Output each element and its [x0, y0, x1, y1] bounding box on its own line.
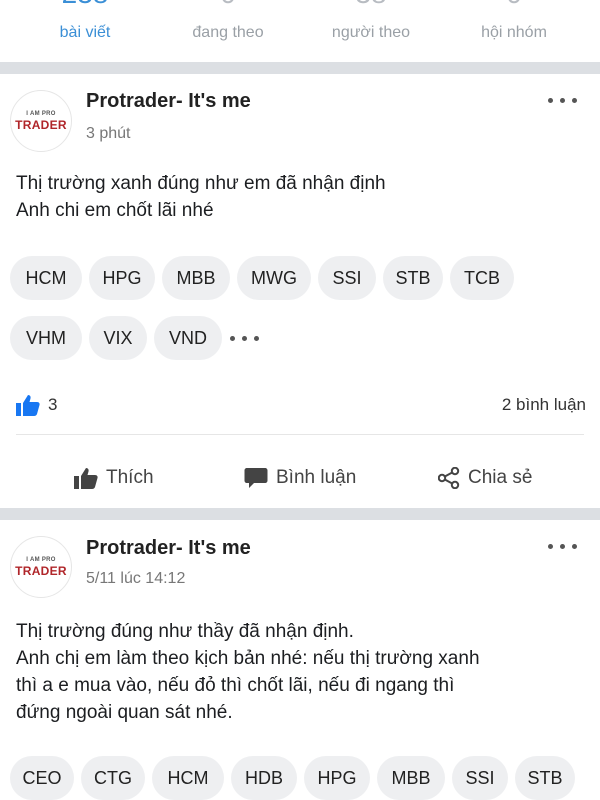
stock-tag[interactable]: HDB	[231, 756, 297, 800]
reactions-row: 3 2 bình luận	[0, 386, 600, 426]
stock-tag[interactable]: HCM	[10, 256, 82, 300]
avatar[interactable]: I AM PRO TRADER	[10, 90, 72, 152]
stat-posts[interactable]: 238 bài viết	[10, 0, 160, 62]
more-options-icon[interactable]	[546, 90, 580, 110]
post-author[interactable]: Protrader- It's me	[86, 537, 251, 560]
stock-tag[interactable]: STB	[383, 256, 443, 300]
stock-tag[interactable]: MBB	[377, 756, 445, 800]
comment-count[interactable]: 2 bình luận	[502, 395, 586, 415]
stat-posts-label: bài viết	[59, 24, 111, 41]
post-line: Anh chi em chốt lãi nhé	[16, 200, 214, 221]
stock-tag[interactable]: SSI	[318, 256, 376, 300]
stat-groups-count: 0	[439, 0, 589, 8]
stock-tag[interactable]: HPG	[304, 756, 370, 800]
like-label: Thích	[106, 467, 154, 488]
stat-followers[interactable]: 38 người theo	[296, 0, 446, 62]
stock-tag[interactable]: TCB	[450, 256, 514, 300]
stock-tag[interactable]: VND	[154, 316, 222, 360]
like-icon[interactable]	[16, 394, 40, 416]
stat-groups[interactable]: 0 hội nhóm	[439, 0, 589, 62]
post-line: Thị trường đúng như thầy đã nhận định.	[16, 621, 354, 642]
post-card: I AM PRO TRADER Protrader- It's me 5/11 …	[0, 520, 600, 800]
post-line: Anh chị em làm theo kịch bản nhé: nếu th…	[16, 648, 480, 669]
avatar-small-text: I AM PRO	[26, 111, 56, 117]
section-divider	[0, 508, 600, 520]
more-options-icon[interactable]	[546, 536, 580, 556]
post-author[interactable]: Protrader- It's me	[86, 90, 251, 113]
stat-following-label: đang theo	[192, 24, 264, 41]
comment-button[interactable]: Bình luận	[244, 448, 356, 508]
stock-tag[interactable]: CEO	[10, 756, 74, 800]
stock-tag[interactable]: CTG	[81, 756, 145, 800]
profile-stats-bar: 238 bài viết 0 đang theo 38 người theo 0…	[0, 0, 600, 62]
stat-following[interactable]: 0 đang theo	[153, 0, 303, 62]
stat-followers-label: người theo	[331, 24, 411, 41]
post-time: 5/11 lúc 14:12	[86, 570, 186, 587]
like-button[interactable]: Thích	[74, 448, 154, 508]
post-time: 3 phút	[86, 125, 131, 142]
stock-tag[interactable]: SSI	[452, 756, 508, 800]
like-count[interactable]: 3	[48, 395, 57, 415]
avatar-small-text: I AM PRO	[26, 557, 56, 563]
stock-tag[interactable]: VIX	[89, 316, 147, 360]
stock-tag[interactable]: MBB	[162, 256, 230, 300]
stat-groups-label: hội nhóm	[481, 24, 547, 41]
post-content: Thị trường xanh đúng như em đã nhận định…	[16, 170, 586, 224]
comment-icon	[244, 468, 268, 488]
share-button[interactable]: Chia sẻ	[438, 448, 532, 508]
post-actions: Thích Bình luận Chia sẻ	[0, 448, 600, 508]
stat-posts-count: 238	[10, 0, 160, 8]
stock-tag[interactable]: STB	[515, 756, 575, 800]
post-line: thì a e mua vào, nếu đỏ thì chốt lãi, nế…	[16, 675, 455, 696]
avatar-logo-text: TRADER	[15, 118, 67, 132]
stock-tag[interactable]: HPG	[89, 256, 155, 300]
avatar-logo-text: TRADER	[15, 564, 67, 578]
comment-label: Bình luận	[276, 467, 357, 488]
stock-tag[interactable]: HCM	[152, 756, 224, 800]
post-card: I AM PRO TRADER Protrader- It's me 3 phú…	[0, 74, 600, 508]
more-tags-icon[interactable]	[228, 328, 268, 348]
post-content: Thị trường đúng như thầy đã nhận định. A…	[16, 618, 586, 726]
avatar[interactable]: I AM PRO TRADER	[10, 536, 72, 598]
stock-tag[interactable]: VHM	[10, 316, 82, 360]
section-divider	[0, 62, 600, 74]
stat-followers-count: 38	[296, 0, 446, 8]
divider	[16, 434, 584, 435]
stat-following-count: 0	[153, 0, 303, 8]
post-line: Thị trường xanh đúng như em đã nhận định	[16, 173, 386, 194]
stock-tag[interactable]: MWG	[237, 256, 311, 300]
post-line: đứng ngoài quan sát nhé.	[16, 702, 233, 723]
share-icon	[438, 467, 460, 489]
thumbs-up-icon	[74, 468, 98, 489]
share-label: Chia sẻ	[468, 467, 533, 488]
